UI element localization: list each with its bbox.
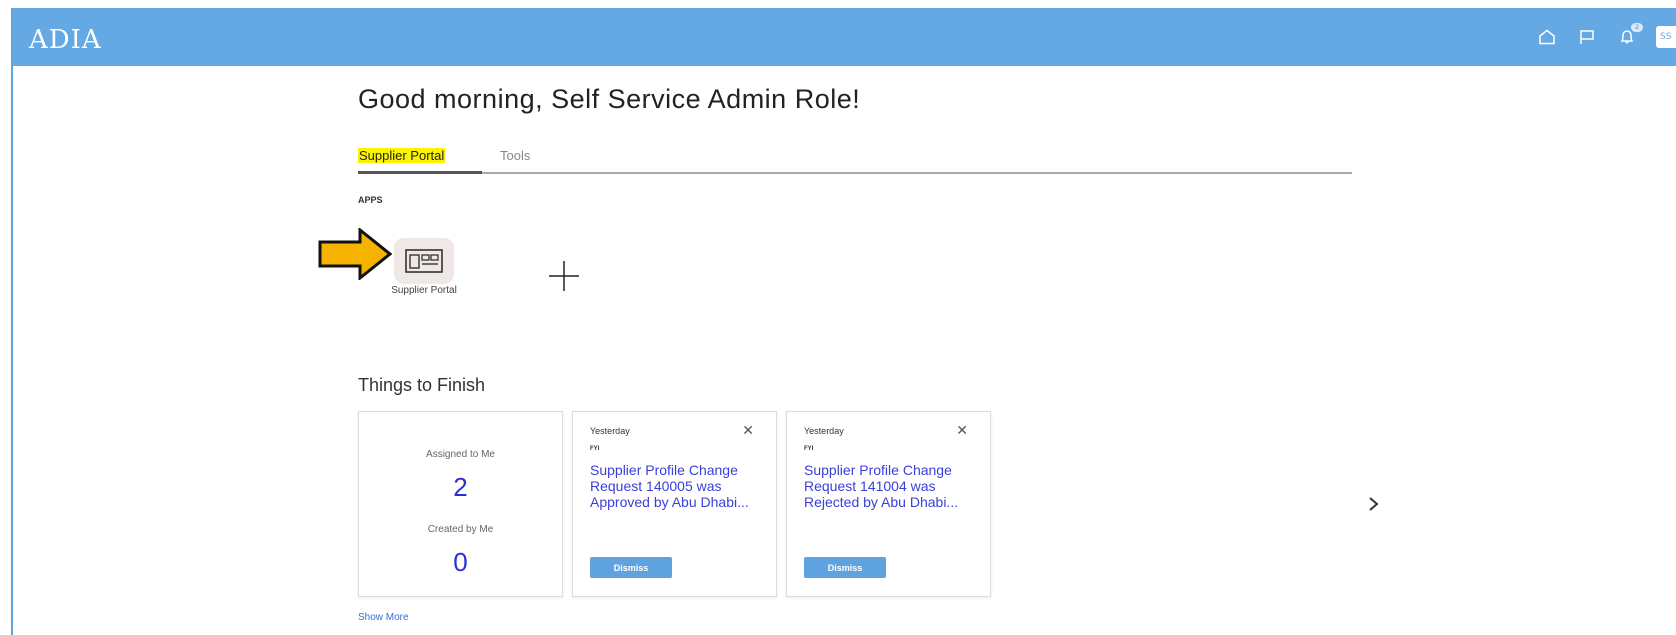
- supplier-portal-app-tile[interactable]: [394, 238, 454, 284]
- notification-time: Yesterday: [804, 426, 844, 436]
- assigned-to-me-label: Assigned to Me: [426, 449, 495, 460]
- tab-supplier-portal[interactable]: Supplier Portal: [358, 148, 446, 163]
- apps-section-label: APPS: [358, 195, 383, 205]
- flag-icon[interactable]: [1576, 26, 1598, 48]
- supplier-portal-app-label: Supplier Portal: [391, 285, 457, 296]
- top-bar-actions: 2 SS: [1536, 23, 1676, 48]
- things-to-finish-title: Things to Finish: [358, 375, 486, 395]
- notification-count-badge: 2: [1631, 23, 1643, 32]
- home-icon[interactable]: [1536, 26, 1558, 48]
- pointer-arrow-annotation: [318, 228, 393, 280]
- top-bar: ADIA 2 SS: [13, 8, 1676, 66]
- page-greeting: Good morning, Self Service Admin Role!: [358, 84, 861, 114]
- dismiss-button[interactable]: Dismiss: [590, 557, 672, 578]
- created-by-me-count[interactable]: 0: [359, 547, 562, 578]
- notification-type: FYI: [590, 446, 600, 452]
- tab-tools[interactable]: Tools: [500, 148, 530, 163]
- assigned-to-me-count[interactable]: 2: [359, 472, 562, 503]
- chevron-right-icon[interactable]: [1365, 492, 1383, 516]
- notification-time: Yesterday: [590, 426, 630, 436]
- task-summary-card: Assigned to Me 2 Created by Me 0: [358, 411, 563, 597]
- supplier-portal-icon: [405, 249, 443, 273]
- close-icon[interactable]: ✕: [956, 423, 968, 439]
- bell-icon[interactable]: 2: [1616, 23, 1643, 48]
- dismiss-button[interactable]: Dismiss: [804, 557, 886, 578]
- notification-link[interactable]: Supplier Profile Change Request 140005 w…: [590, 462, 765, 510]
- adia-logo[interactable]: ADIA: [29, 25, 102, 55]
- show-more-link[interactable]: Show More: [358, 612, 409, 623]
- notification-card: Yesterday ✕ FYI Supplier Profile Change …: [786, 411, 991, 597]
- notification-card: Yesterday ✕ FYI Supplier Profile Change …: [572, 411, 777, 597]
- plus-icon[interactable]: [548, 260, 580, 292]
- close-icon[interactable]: ✕: [742, 423, 754, 439]
- active-tab-indicator: [358, 171, 482, 174]
- tab-bar: Supplier Portal Tools: [358, 138, 1352, 174]
- user-avatar[interactable]: SS: [1656, 26, 1676, 48]
- created-by-me-label: Created by Me: [427, 524, 494, 535]
- notification-type: FYI: [804, 446, 814, 452]
- notification-link[interactable]: Supplier Profile Change Request 141004 w…: [804, 462, 979, 510]
